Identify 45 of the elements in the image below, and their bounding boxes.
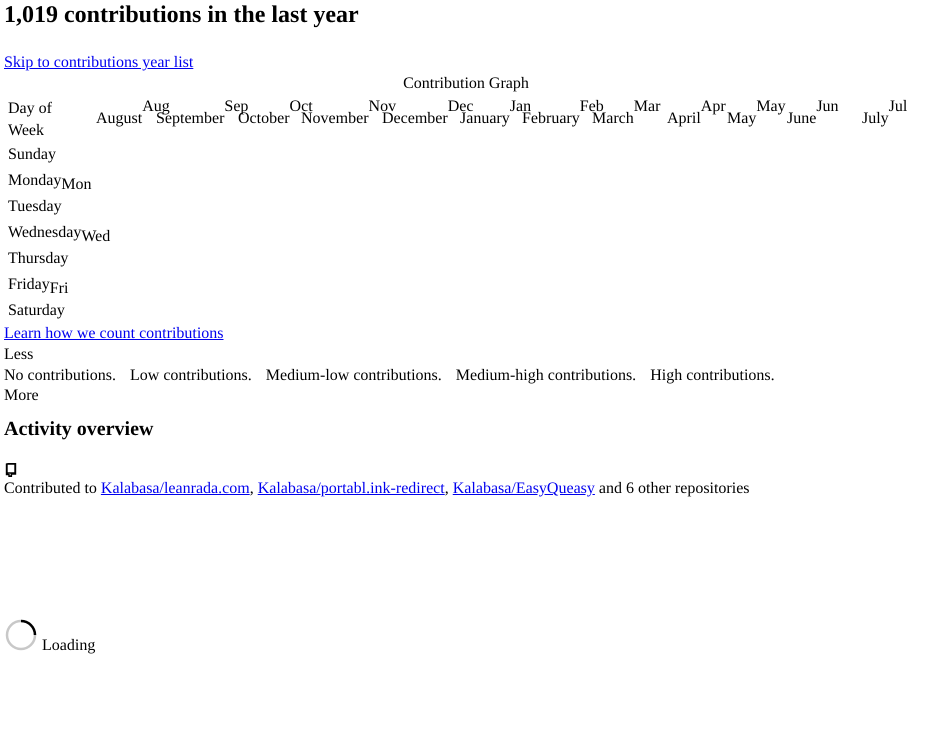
repository-link[interactable]: Kalabasa/portabl.ink-redirect: [258, 480, 445, 497]
month-label: November: [301, 110, 369, 127]
legend-label: Less: [4, 346, 34, 364]
repository-link[interactable]: Kalabasa/EasyQueasy: [452, 480, 595, 497]
contribution-summary: Contributed to Kalabasa/leanrada.com, Kalabasa/portabl.ink-redirect, Kalabasa/EasyQueasy and 6 other repositories: [4, 479, 751, 499]
spinner-icon: [5, 619, 37, 651]
month-label: February: [522, 110, 580, 127]
month-label: May: [727, 110, 756, 127]
day-label: Friday: [8, 276, 50, 293]
skip-link[interactable]: Skip to contributions year list: [4, 54, 194, 71]
month-abbreviation: Jul: [888, 98, 908, 116]
day-label: Tuesday: [8, 198, 62, 215]
day-label: Wednesday: [8, 224, 82, 241]
month-label: April: [667, 110, 701, 127]
month-label: August: [96, 110, 142, 127]
month-abbreviation: May: [756, 98, 786, 115]
repository-icon: [5, 463, 17, 477]
legend-level: Low contributions.: [130, 367, 252, 385]
loading-text: Loading: [42, 637, 96, 655]
month-label: December: [382, 110, 448, 127]
day-label: Sunday: [8, 146, 56, 163]
legend-level: No contributions.: [4, 367, 116, 385]
month-label: July: [862, 110, 889, 127]
day-label: Saturday: [8, 302, 65, 319]
month-abbreviation: Jun: [816, 98, 839, 116]
day-label: Thursday: [8, 250, 68, 267]
month-label: March: [592, 110, 634, 127]
month-abbreviation: Apr: [700, 98, 726, 116]
day-abbreviation: Mon: [61, 176, 92, 194]
legend-level: Medium-low contributions.: [266, 367, 442, 385]
legend-label: More: [4, 387, 40, 405]
repository-link[interactable]: Kalabasa/leanrada.com: [100, 480, 250, 497]
month-abbreviation: Mar: [634, 98, 660, 116]
legend-level: Medium-high contributions.: [456, 367, 636, 385]
month-label: January: [460, 110, 510, 127]
section-heading: Activity overview: [4, 417, 154, 441]
graph-caption: Contribution Graph: [402, 75, 530, 93]
column-header: Day of Week: [8, 99, 53, 141]
day-label: Monday: [8, 172, 62, 189]
day-abbreviation: Fri: [50, 280, 68, 298]
learn-link[interactable]: Learn how we count contributions: [4, 325, 224, 342]
legend-level: High contributions.: [650, 367, 775, 385]
day-abbreviation: Wed: [81, 228, 110, 246]
month-label: June: [787, 110, 816, 127]
page-heading: 1,019 contributions in the last year: [4, 1, 360, 29]
